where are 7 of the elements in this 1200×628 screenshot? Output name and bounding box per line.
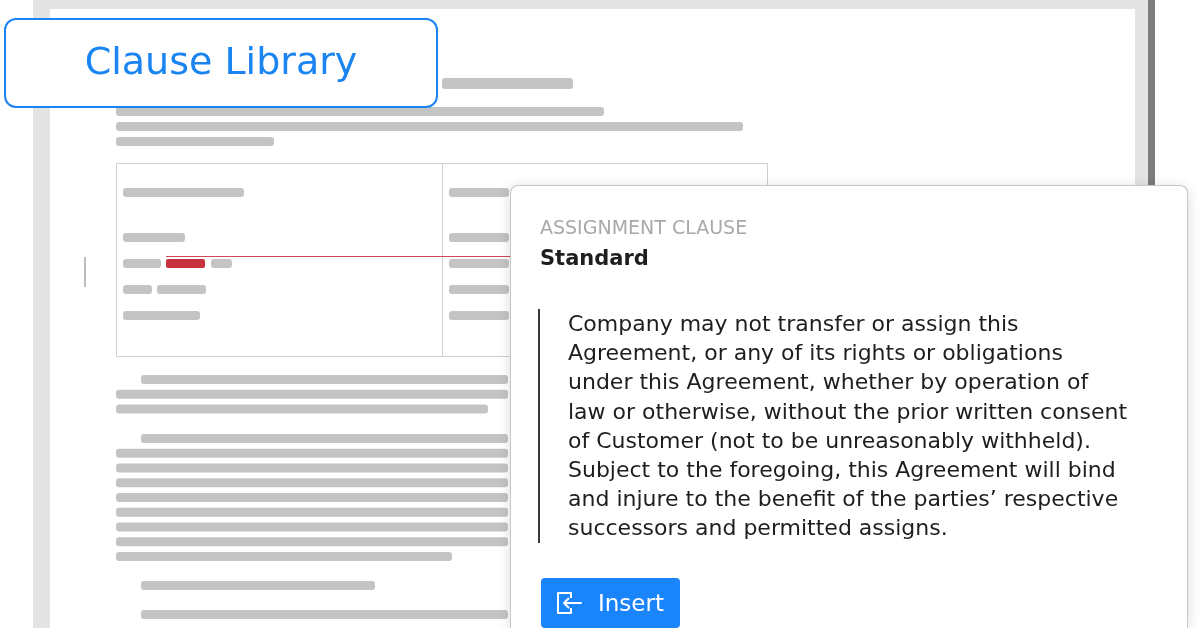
clause-quote: Company may not transfer or assign this Agreement, or any of its rights or obligations under this Agreement, whether by operation of law or otherwise, without the prior written consent of Customer (not to be unreasonably withheld). Subject to the foregoing, this Agreement will bind and injure to the benefit of the parties’ respective successors and permitted assigns.: [538, 309, 1129, 543]
clause-variant: Standard: [540, 245, 649, 271]
clause-category: ASSIGNMENT CLAUSE: [540, 215, 748, 239]
highlight-mark: [166, 259, 205, 268]
arrow-into-box-icon: [556, 590, 582, 615]
insert-button[interactable]: Insert: [541, 577, 680, 628]
title-callout: Clause Library: [4, 18, 438, 108]
